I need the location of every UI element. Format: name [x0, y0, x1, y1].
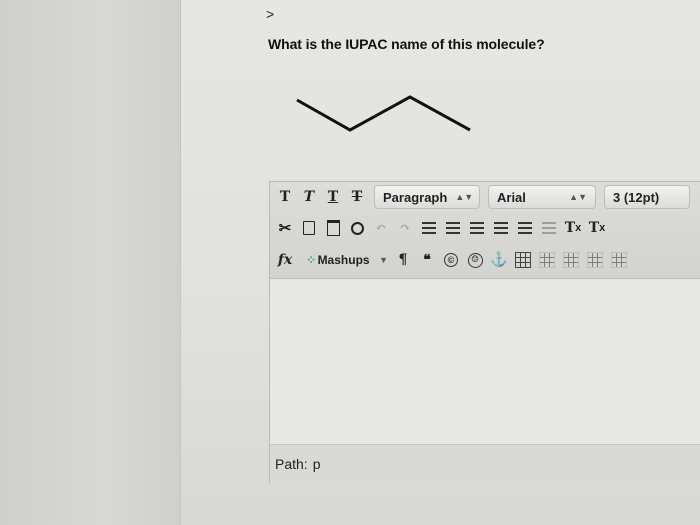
select-arrows-icon: ▲▼ [455, 192, 474, 202]
table-delete-icon[interactable] [610, 249, 628, 271]
table-row-icon[interactable] [538, 249, 556, 271]
table-col-icon[interactable] [562, 249, 580, 271]
align-center-icon[interactable] [444, 217, 462, 239]
rich-text-editor: T T T T Paragraph ▲▼ Arial ▲▼ 3 (12pt) ✂… [269, 181, 700, 483]
undo-icon[interactable]: ↶ [372, 217, 390, 239]
anchor-icon[interactable]: ⚓ [490, 249, 508, 271]
bold-button[interactable]: T [276, 186, 294, 208]
font-select[interactable]: Arial ▲▼ [488, 185, 596, 209]
molecule-bonds [296, 95, 471, 132]
subscript-label: T [588, 220, 600, 236]
formula-button[interactable]: fx [276, 249, 294, 271]
superscript-label: T [564, 220, 576, 236]
mashups-dropdown[interactable]: ⁘ Mashups ▼ [302, 248, 388, 272]
paragraph-select[interactable]: Paragraph ▲▼ [374, 185, 480, 209]
outdent-icon[interactable] [540, 217, 558, 239]
toolbar-row-1: T T T T Paragraph ▲▼ Arial ▲▼ 3 (12pt) [270, 182, 700, 212]
path-label: Path: [275, 456, 308, 472]
copyright-icon[interactable]: © [442, 249, 460, 271]
editor-text-area[interactable] [270, 279, 700, 452]
underline-button[interactable]: T [324, 186, 342, 208]
toolbar-row-3: fx ⁘ Mashups ▼ ¶ ❝ © ☺ ⚓ [270, 245, 700, 275]
toolbar-row-2: ✂ ↶ ↷ Tx Tx [270, 213, 700, 243]
align-right-icon[interactable] [468, 217, 486, 239]
emoji-icon[interactable]: ☺ [466, 249, 484, 271]
blockquote-icon[interactable]: ❝ [418, 249, 436, 271]
font-select-value: Arial [497, 189, 526, 205]
indent-icon[interactable] [516, 217, 534, 239]
path-value[interactable]: p [313, 456, 321, 472]
paragraph-select-value: Paragraph [383, 189, 448, 205]
italic-button[interactable]: T [300, 186, 318, 208]
justify-icon[interactable] [492, 217, 510, 239]
paste-icon[interactable] [324, 217, 342, 239]
table-cell-icon[interactable] [586, 249, 604, 271]
redo-icon[interactable]: ↷ [396, 217, 414, 239]
mashups-label: Mashups [317, 253, 370, 267]
copy-icon[interactable] [300, 217, 318, 239]
dropdown-arrow-icon: ▼ [379, 255, 388, 265]
strikethrough-button[interactable]: T [348, 186, 366, 208]
font-size-select-value: 3 (12pt) [613, 189, 660, 205]
subscript-button[interactable]: Tx [588, 217, 606, 239]
path-bar: Path: p [270, 444, 700, 483]
align-left-icon[interactable] [420, 217, 438, 239]
search-icon[interactable] [348, 217, 366, 239]
pilcrow-icon[interactable]: ¶ [394, 249, 412, 271]
superscript-button[interactable]: Tx [564, 217, 582, 239]
mashups-icon: ⁘ [306, 253, 317, 267]
font-size-select[interactable]: 3 (12pt) [604, 185, 690, 209]
table-icon[interactable] [514, 249, 532, 271]
scissors-icon[interactable]: ✂ [276, 217, 294, 239]
select-arrows-icon: ▲▼ [569, 192, 587, 202]
